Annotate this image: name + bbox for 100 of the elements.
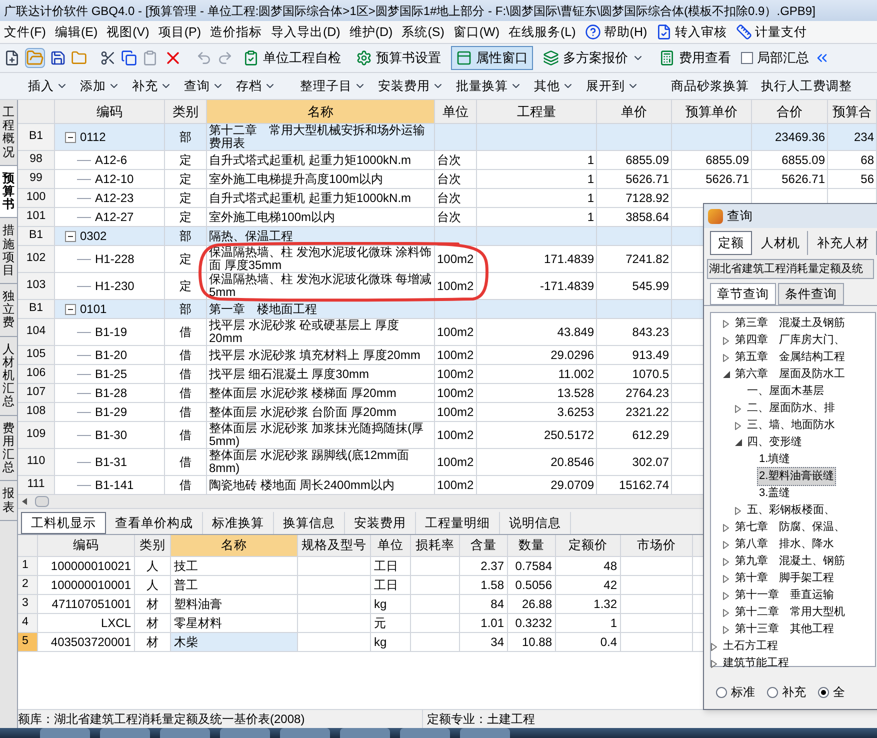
- collapsed-triangle-icon[interactable]: [723, 592, 729, 600]
- menu-item[interactable]: 维护(D): [349, 22, 393, 42]
- side-tab[interactable]: 报表: [0, 481, 17, 521]
- tree-item[interactable]: 土石方工程: [721, 637, 780, 656]
- tree-item[interactable]: 第十一章 垂直运输: [733, 586, 836, 605]
- expanded-triangle-icon[interactable]: [735, 439, 742, 446]
- expanded-triangle-icon[interactable]: [723, 371, 730, 378]
- detail-tab[interactable]: 标准换算: [203, 512, 274, 534]
- collapsed-triangle-icon[interactable]: [723, 540, 729, 548]
- tree-item[interactable]: 三、墙、地面防水: [745, 416, 837, 435]
- undo-icon[interactable]: [196, 50, 212, 66]
- tree-item[interactable]: 第九章 混凝土、钢筋: [733, 552, 847, 571]
- toolbar-dropdown[interactable]: 添加: [76, 76, 124, 96]
- column-header[interactable]: 预算单价: [672, 100, 752, 123]
- menu-item[interactable]: 导入导出(D): [270, 22, 340, 42]
- detail-tab[interactable]: 工料机显示: [21, 512, 106, 534]
- collapsed-triangle-icon[interactable]: [723, 524, 729, 532]
- detail-tab[interactable]: 换算信息: [274, 512, 345, 534]
- column-header[interactable]: 含量: [460, 535, 508, 556]
- copy-icon[interactable]: [121, 50, 137, 66]
- toolbar-dropdown[interactable]: 展开到: [582, 76, 643, 96]
- collapsed-triangle-icon[interactable]: [735, 404, 741, 412]
- column-header[interactable]: 单位: [371, 535, 411, 556]
- detail-tab[interactable]: 说明信息: [500, 512, 571, 534]
- minus-box-icon[interactable]: [65, 132, 76, 142]
- radio-button[interactable]: [767, 686, 778, 698]
- checkbox[interactable]: [741, 52, 753, 64]
- column-header[interactable]: 单位: [435, 100, 477, 123]
- save-icon[interactable]: [50, 50, 66, 66]
- tree-item[interactable]: 建筑节能工程: [721, 654, 791, 673]
- toolbar-button[interactable]: 单位工程自检: [238, 46, 346, 70]
- column-header[interactable]: 名称: [207, 100, 435, 123]
- menu-item[interactable]: 文件(F): [4, 22, 46, 42]
- toolbar-button[interactable]: 费用查看: [654, 46, 736, 70]
- scrollbar-thumb[interactable]: [35, 496, 49, 507]
- toolbar-dropdown[interactable]: 其他: [530, 76, 578, 96]
- column-header[interactable]: 编码: [55, 100, 165, 123]
- radio-button[interactable]: [818, 686, 829, 698]
- tree-item[interactable]: 第十章 脚手架工程: [733, 569, 836, 588]
- collapsed-triangle-icon[interactable]: [723, 336, 729, 344]
- collapsed-triangle-icon[interactable]: [735, 422, 741, 430]
- collapsed-triangle-icon[interactable]: [723, 574, 729, 582]
- tree-item[interactable]: 第六章 屋面及防水工: [733, 365, 847, 384]
- collapsed-triangle-icon[interactable]: [735, 506, 741, 514]
- library-dropdown[interactable]: 湖北省建筑工程消耗量定额及统: [707, 259, 874, 279]
- tree-item[interactable]: 四、变形缝: [745, 433, 804, 452]
- toolbar-dropdown[interactable]: 查询: [180, 76, 228, 96]
- new-file-icon[interactable]: [4, 50, 20, 66]
- detail-tab[interactable]: 查看单价构成: [106, 512, 203, 534]
- radio-button[interactable]: [716, 686, 727, 698]
- tree-item[interactable]: 一、屋面木基层: [745, 382, 826, 401]
- toolbar-dropdown[interactable]: 批量换算: [452, 76, 526, 96]
- toolbar-dropdown[interactable]: 安装费用: [374, 76, 448, 96]
- menu-item[interactable]: 编辑(E): [54, 22, 98, 42]
- minus-box-icon[interactable]: [65, 230, 76, 242]
- collapsed-triangle-icon[interactable]: [723, 354, 729, 362]
- tree-item[interactable]: 1.填缝: [757, 450, 792, 469]
- column-header[interactable]: 数量: [508, 535, 556, 556]
- tree-item[interactable]: 第五章 金属结构工程: [733, 348, 847, 367]
- side-tab[interactable]: 人材机汇总: [0, 336, 17, 416]
- side-tab[interactable]: 预算书: [0, 166, 17, 218]
- menu-item[interactable]: 造价指标: [210, 22, 262, 42]
- tree-item[interactable]: 第十三章 其他工程: [733, 620, 836, 639]
- collapsed-triangle-icon[interactable]: [711, 660, 717, 668]
- column-header[interactable]: 损耗率: [411, 535, 460, 556]
- toolbar-dropdown[interactable]: 存档: [232, 76, 280, 96]
- side-tab[interactable]: 措施项目: [0, 218, 17, 284]
- scissors-icon[interactable]: [100, 50, 116, 66]
- column-header[interactable]: 市场价: [621, 535, 693, 556]
- menu-item[interactable]: 计量支付: [736, 22, 808, 42]
- menu-item[interactable]: 转入审核: [656, 22, 728, 42]
- menu-item[interactable]: 系统(S): [402, 22, 444, 42]
- toolbar-dropdown[interactable]: 插入: [24, 76, 72, 96]
- collapsed-triangle-icon[interactable]: [723, 558, 729, 566]
- open-folder-icon[interactable]: [25, 48, 45, 68]
- side-tab[interactable]: 费用汇总: [0, 416, 17, 482]
- dialog-tab[interactable]: 人材机: [754, 231, 808, 255]
- column-header[interactable]: 合价: [752, 100, 828, 123]
- collapsed-triangle-icon[interactable]: [711, 642, 717, 650]
- toolbar-button[interactable]: 执行人工费调整: [757, 76, 856, 96]
- menu-item[interactable]: 在线服务(L): [508, 22, 576, 42]
- column-header[interactable]: 名称: [171, 535, 298, 556]
- menu-item[interactable]: 项目(P): [158, 22, 201, 42]
- menu-item[interactable]: 窗口(W): [453, 22, 500, 42]
- tree-item[interactable]: 第七章 防腐、保温、: [733, 518, 847, 537]
- tree-item[interactable]: 3.盖缝: [757, 484, 792, 503]
- toolbar-button[interactable]: 商品砂浆换算: [667, 76, 753, 96]
- menu-item[interactable]: 帮助(H): [584, 22, 648, 42]
- toolbar-dropdown[interactable]: 补充: [128, 76, 176, 96]
- column-header[interactable]: 定额价: [556, 535, 621, 556]
- tree-item[interactable]: 二、屋面防水、排: [745, 399, 837, 418]
- folder-icon[interactable]: [71, 50, 87, 66]
- detail-tab[interactable]: 安装费用: [345, 512, 416, 534]
- collapsed-triangle-icon[interactable]: [723, 626, 729, 634]
- side-tab[interactable]: 独立费: [0, 284, 17, 337]
- column-header[interactable]: 规格及型号: [298, 535, 371, 556]
- clipboard-icon[interactable]: [142, 50, 158, 66]
- column-header[interactable]: 工程量: [477, 100, 597, 123]
- dialog-tab[interactable]: 定额: [710, 231, 752, 255]
- tree-item[interactable]: 第八章 排水、降水: [733, 535, 836, 554]
